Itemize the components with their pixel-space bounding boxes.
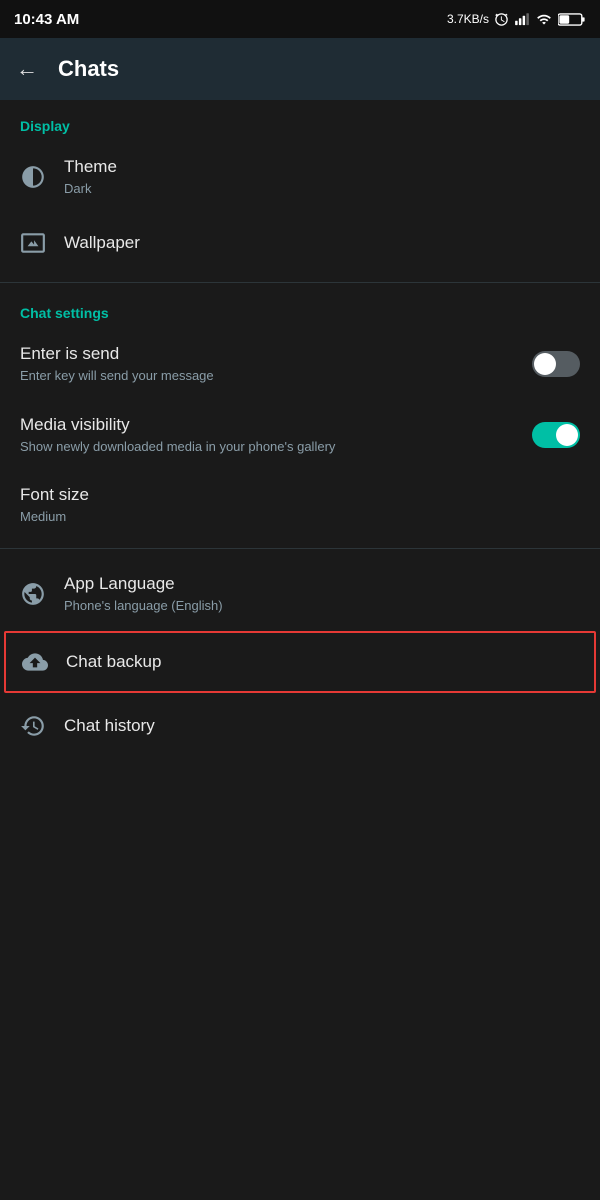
enter-is-send-text: Enter is send Enter key will send your m…: [20, 343, 532, 385]
upload-icon: [22, 649, 66, 675]
font-size-subtitle: Medium: [20, 508, 580, 526]
theme-item[interactable]: Theme Dark: [0, 142, 600, 212]
network-speed: 3.7KB/s: [447, 12, 489, 26]
app-language-title: App Language: [64, 573, 580, 595]
page-title: Chats: [58, 56, 119, 82]
wallpaper-item[interactable]: Wallpaper: [0, 212, 600, 274]
enter-is-send-title: Enter is send: [20, 343, 532, 365]
app-language-text: App Language Phone's language (English): [64, 573, 580, 615]
alarm-icon: [494, 12, 509, 27]
enter-is-send-toggle[interactable]: [532, 351, 580, 377]
media-visibility-toggle-knob: [556, 424, 578, 446]
status-time: 10:43 AM: [14, 11, 79, 28]
globe-icon: [20, 581, 64, 607]
app-language-subtitle: Phone's language (English): [64, 597, 580, 615]
chat-history-text: Chat history: [64, 715, 580, 737]
chat-history-title: Chat history: [64, 715, 580, 737]
enter-is-send-subtitle: Enter key will send your message: [20, 367, 532, 385]
battery-icon: [558, 12, 586, 27]
media-visibility-text: Media visibility Show newly downloaded m…: [20, 414, 532, 456]
signal-icon: [514, 12, 530, 27]
media-visibility-subtitle: Show newly downloaded media in your phon…: [20, 438, 532, 456]
enter-is-send-toggle-knob: [534, 353, 556, 375]
font-size-item[interactable]: Font size Medium: [0, 470, 600, 540]
media-visibility-toggle-container: [532, 422, 580, 448]
chat-history-item[interactable]: Chat history: [0, 695, 600, 757]
theme-icon: [20, 164, 64, 190]
font-size-title: Font size: [20, 484, 580, 506]
theme-subtitle: Dark: [64, 180, 580, 198]
wifi-icon: [535, 12, 553, 27]
chat-settings-label: Chat settings: [0, 305, 600, 329]
theme-title: Theme: [64, 156, 580, 178]
media-visibility-title: Media visibility: [20, 414, 532, 436]
wallpaper-title: Wallpaper: [64, 232, 580, 254]
status-bar: 10:43 AM 3.7KB/s: [0, 0, 600, 38]
theme-text: Theme Dark: [64, 156, 580, 198]
font-size-text: Font size Medium: [20, 484, 580, 526]
enter-is-send-item[interactable]: Enter is send Enter key will send your m…: [0, 329, 600, 399]
divider-1: [0, 282, 600, 283]
media-visibility-toggle[interactable]: [532, 422, 580, 448]
chat-backup-text: Chat backup: [66, 651, 578, 673]
history-icon: [20, 713, 64, 739]
chat-settings-section: Chat settings Enter is send Enter key wi…: [0, 287, 600, 544]
settings-content: Display Theme Dark Wallpaper: [0, 100, 600, 757]
chat-backup-item[interactable]: Chat backup: [4, 631, 596, 693]
back-button[interactable]: ←: [16, 56, 38, 82]
media-visibility-item[interactable]: Media visibility Show newly downloaded m…: [0, 400, 600, 470]
app-language-item[interactable]: App Language Phone's language (English): [0, 559, 600, 629]
status-icons: 3.7KB/s: [447, 12, 586, 27]
app-bar: ← Chats: [0, 38, 600, 100]
wallpaper-icon: [20, 230, 64, 256]
display-section-label: Display: [0, 118, 600, 142]
display-section: Display Theme Dark Wallpaper: [0, 100, 600, 278]
divider-2: [0, 548, 600, 549]
enter-is-send-toggle-container: [532, 351, 580, 377]
wallpaper-text: Wallpaper: [64, 232, 580, 254]
chat-backup-title: Chat backup: [66, 651, 578, 673]
